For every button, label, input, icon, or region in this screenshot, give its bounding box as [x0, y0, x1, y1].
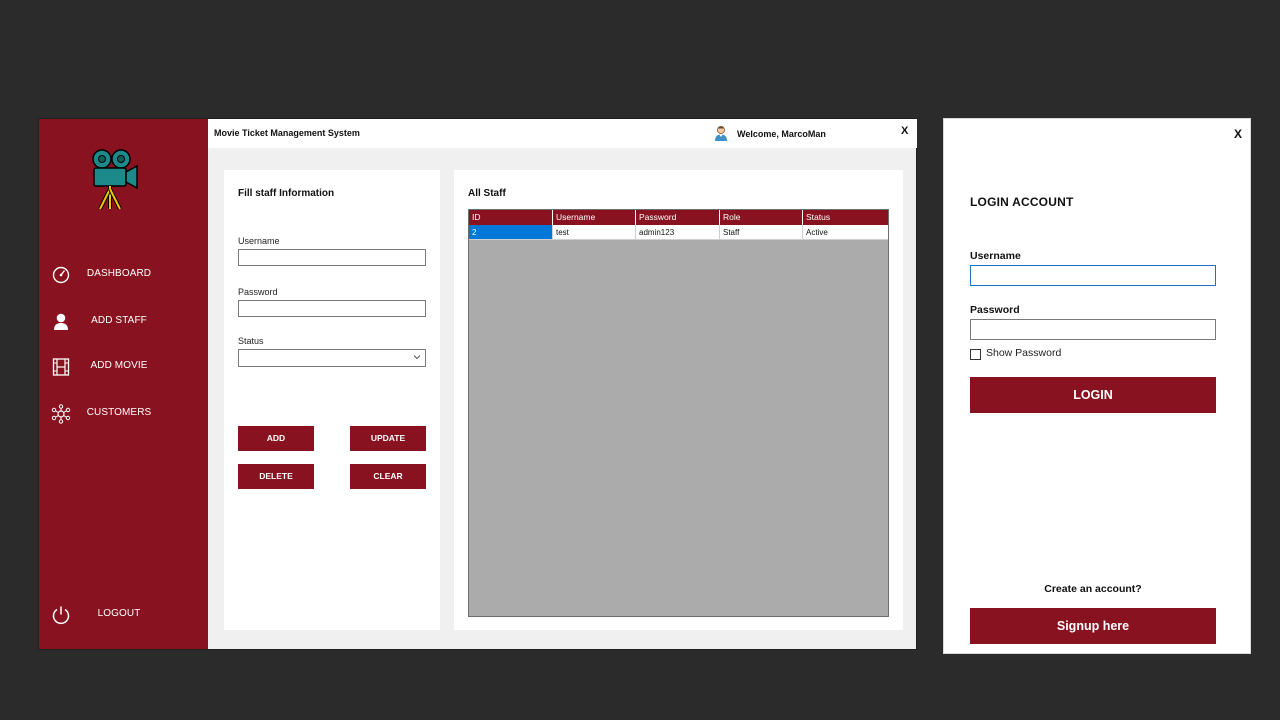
status-label: Status	[238, 336, 264, 346]
logout-button[interactable]: LOGOUT	[39, 598, 208, 632]
table-header-row: ID Username Password Role Status	[469, 210, 888, 225]
cell-role[interactable]: Staff	[720, 225, 803, 240]
password-label: Password	[238, 287, 278, 297]
table-row[interactable]: 2 test admin123 Staff Active	[469, 225, 888, 240]
signup-button[interactable]: Signup here	[970, 608, 1216, 644]
cell-status[interactable]: Active	[803, 225, 888, 240]
sidebar: DASHBOARD ADD STAFF ADD MOVIE CUSTOMERS …	[39, 119, 208, 649]
login-title: LOGIN ACCOUNT	[970, 195, 1074, 209]
sidebar-item-customers[interactable]: CUSTOMERS	[39, 397, 208, 431]
show-password-label[interactable]: Show Password	[986, 347, 1061, 359]
show-password-checkbox[interactable]	[970, 349, 981, 360]
cell-password[interactable]: admin123	[636, 225, 720, 240]
close-icon[interactable]: X	[1234, 127, 1242, 141]
column-header-id[interactable]: ID	[469, 210, 553, 225]
username-label: Username	[238, 236, 280, 246]
column-header-password[interactable]: Password	[636, 210, 720, 225]
sidebar-item-label: CUSTOMERS	[86, 407, 152, 418]
column-header-role[interactable]: Role	[720, 210, 803, 225]
table-heading: All Staff	[468, 188, 506, 199]
staff-table-panel: All Staff ID Username Password Role Stat…	[454, 170, 903, 630]
app-title: Movie Ticket Management System	[214, 128, 360, 138]
sidebar-item-add-staff[interactable]: ADD STAFF	[39, 305, 208, 339]
sidebar-item-dashboard[interactable]: DASHBOARD	[39, 258, 208, 292]
login-button[interactable]: LOGIN	[970, 377, 1216, 413]
add-button[interactable]: ADD	[238, 426, 314, 451]
login-username-input[interactable]	[970, 265, 1216, 286]
sidebar-item-label: ADD STAFF	[91, 315, 147, 326]
login-password-label: Password	[970, 304, 1020, 316]
status-select[interactable]	[238, 349, 426, 367]
close-icon[interactable]: X	[901, 125, 908, 137]
form-heading: Fill staff Information	[238, 188, 335, 199]
clear-button[interactable]: CLEAR	[350, 464, 426, 489]
column-header-username[interactable]: Username	[553, 210, 636, 225]
staff-form-panel: Fill staff Information Username Password…	[224, 170, 440, 630]
sidebar-item-label: DASHBOARD	[86, 268, 152, 279]
cell-id[interactable]: 2	[469, 225, 553, 240]
movie-camera-icon	[92, 149, 138, 210]
sidebar-item-add-movie[interactable]: ADD MOVIE	[39, 350, 208, 384]
cell-username[interactable]: test	[553, 225, 636, 240]
login-window: X LOGIN ACCOUNT Username Password Show P…	[943, 118, 1251, 654]
update-button[interactable]: UPDATE	[350, 426, 426, 451]
titlebar: Movie Ticket Management System Welcome, …	[208, 119, 917, 148]
create-account-text: Create an account?	[1044, 583, 1142, 595]
login-password-input[interactable]	[970, 319, 1216, 340]
delete-button[interactable]: DELETE	[238, 464, 314, 489]
main-window: DASHBOARD ADD STAFF ADD MOVIE CUSTOMERS …	[38, 118, 917, 650]
staff-password-input[interactable]	[238, 300, 426, 317]
sidebar-item-label: ADD MOVIE	[90, 360, 148, 371]
logout-label: LOGOUT	[97, 608, 141, 619]
login-username-label: Username	[970, 250, 1021, 262]
welcome-text: Welcome, MarcoMan	[737, 129, 826, 139]
column-header-status[interactable]: Status	[803, 210, 888, 225]
chevron-down-icon	[413, 355, 421, 360]
staff-data-grid[interactable]: ID Username Password Role Status 2 test …	[468, 209, 889, 617]
user-avatar-icon	[715, 126, 727, 141]
staff-username-input[interactable]	[238, 249, 426, 266]
